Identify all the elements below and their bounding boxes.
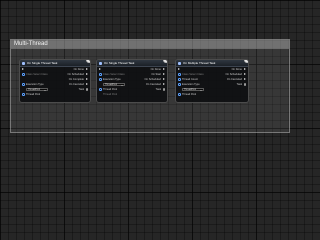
exec-output-pin[interactable] (86, 73, 88, 75)
exec-output-pin[interactable] (244, 73, 246, 75)
task-output-pin[interactable] (162, 88, 165, 91)
function-icon (99, 62, 102, 65)
exec-output-pin[interactable] (86, 83, 88, 85)
node-header[interactable]: On Single Thread Task (97, 60, 167, 67)
chevron-down-icon (121, 84, 123, 86)
chevron-down-icon (200, 89, 202, 91)
input-label: Thread Pool (103, 93, 118, 96)
exec-input-pin[interactable] (99, 68, 101, 70)
execution-type-pin[interactable] (99, 78, 102, 81)
task-output-pin[interactable] (85, 88, 88, 91)
thread-pool-pin[interactable] (22, 93, 25, 96)
node-title: On Single Thread Task (27, 61, 58, 65)
node-row: Thread Pool (97, 92, 167, 97)
class-input-pin[interactable] (178, 73, 181, 76)
exec-output-pin[interactable] (163, 68, 165, 70)
node-corner-pin[interactable] (244, 60, 248, 63)
execution-type-dropdown[interactable]: ThreadPool (182, 87, 204, 92)
exec-input-pin[interactable] (178, 68, 180, 70)
thread-count-pin[interactable] (178, 78, 181, 81)
exec-output-pin[interactable] (244, 78, 246, 80)
node-single-thread-task-1[interactable]: On Single Thread Task On Done Class Sele… (19, 59, 91, 103)
exec-output-pin[interactable] (86, 68, 88, 70)
class-input-pin[interactable] (99, 73, 102, 76)
exec-input-pin[interactable] (22, 68, 24, 70)
exec-output-pin[interactable] (86, 78, 88, 80)
input-label: Thread Pool (26, 93, 41, 96)
node-multiple-thread-task[interactable]: On Multiple Thread Task On Done Class Se… (175, 59, 249, 103)
chevron-down-icon (44, 89, 46, 91)
execution-type-pin[interactable] (178, 83, 181, 86)
node-row: Thread Pool (20, 92, 90, 97)
class-input-pin[interactable] (22, 73, 25, 76)
node-row: Thread Pool (176, 92, 248, 97)
task-output-pin[interactable] (243, 83, 246, 86)
execution-type-dropdown[interactable]: ThreadPool (103, 82, 125, 87)
exec-output-pin[interactable] (163, 73, 165, 75)
thread-pool-pin[interactable] (99, 88, 102, 91)
node-single-thread-task-2[interactable]: On Single Thread Task On Done Class Sele… (96, 59, 168, 103)
exec-output-pin[interactable] (163, 78, 165, 80)
blueprint-graph[interactable]: { "comment": { "title": "Multi-Thread" }… (0, 0, 300, 200)
node-title: On Multiple Thread Task (183, 61, 216, 65)
exec-output-pin[interactable] (163, 83, 165, 85)
exec-output-pin[interactable] (244, 68, 246, 70)
execution-type-pin[interactable] (22, 83, 25, 86)
execution-type-dropdown[interactable]: ThreadPool (26, 87, 48, 92)
node-header[interactable]: On Single Thread Task (20, 60, 90, 67)
function-icon (22, 62, 25, 65)
node-corner-pin[interactable] (163, 60, 167, 63)
input-label: Thread Pool (182, 93, 197, 96)
comment-title[interactable]: Multi-Thread (11, 40, 289, 49)
node-corner-pin[interactable] (86, 60, 90, 63)
node-title: On Single Thread Task (104, 61, 135, 65)
thread-pool-pin[interactable] (178, 93, 181, 96)
node-header[interactable]: On Multiple Thread Task (176, 60, 248, 67)
function-icon (178, 62, 181, 65)
